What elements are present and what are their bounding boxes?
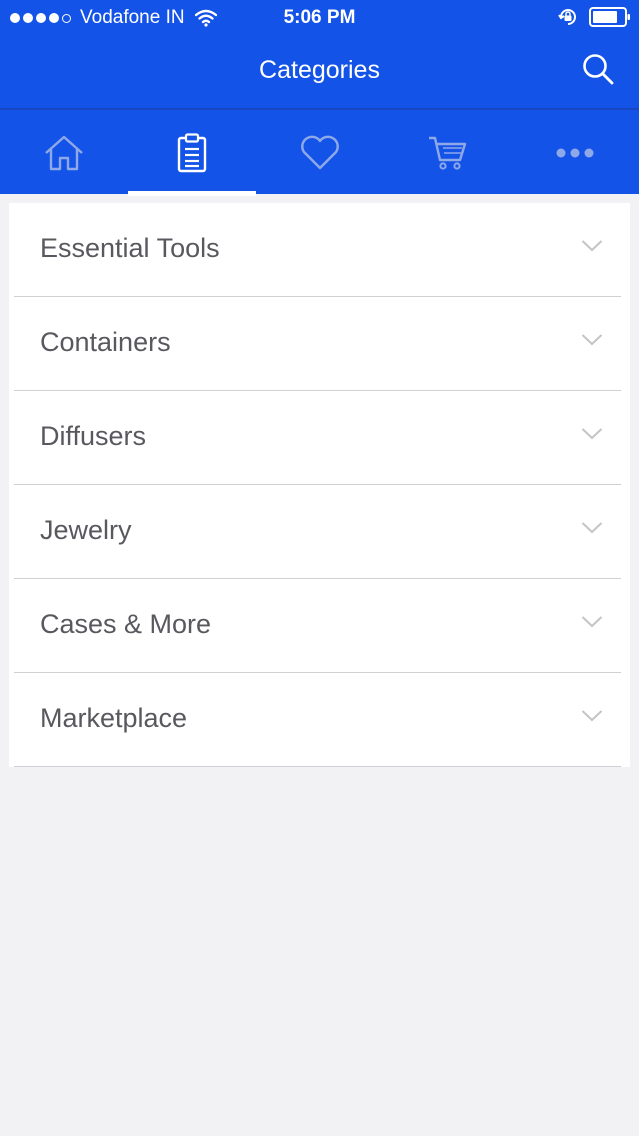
status-bar: Vodafone IN 5:06 PM (0, 0, 639, 36)
category-label: Cases & More (40, 609, 212, 639)
clipboard-icon (177, 133, 207, 173)
chevron-down-icon (581, 334, 603, 346)
chevron-down-icon (581, 240, 603, 252)
rotation-lock-icon (558, 9, 576, 25)
category-item-essential-tools[interactable]: Essential Tools (14, 203, 621, 297)
tab-bar (0, 108, 639, 196)
tab-favorites[interactable] (256, 110, 384, 196)
category-item-diffusers[interactable]: Diffusers (14, 391, 621, 485)
navigation-bar: Categories (0, 36, 639, 108)
search-icon (583, 54, 614, 85)
category-label: Diffusers (40, 421, 147, 451)
category-item-jewelry[interactable]: Jewelry (14, 485, 621, 579)
cart-icon (429, 136, 467, 170)
heart-icon (301, 135, 339, 170)
tab-more[interactable] (511, 110, 639, 196)
chevron-down-icon (581, 710, 603, 722)
more-icon (556, 148, 594, 158)
category-item-marketplace[interactable]: Marketplace (14, 673, 621, 767)
category-label: Jewelry (40, 515, 132, 545)
status-right (557, 6, 631, 28)
category-item-containers[interactable]: Containers (14, 297, 621, 391)
category-list: Essential Tools Containers Diffusers Jew… (9, 203, 630, 767)
tab-home[interactable] (0, 110, 128, 196)
tab-cart[interactable] (384, 110, 512, 196)
chevron-down-icon (581, 616, 603, 628)
chevron-down-icon (581, 428, 603, 440)
tab-categories[interactable] (128, 110, 256, 196)
category-label: Marketplace (40, 703, 188, 733)
category-label: Containers (40, 327, 171, 357)
search-button[interactable] (581, 52, 615, 86)
home-icon (45, 135, 83, 171)
battery-icon (589, 7, 630, 27)
page-title: Categories (259, 56, 380, 84)
category-item-cases-more[interactable]: Cases & More (14, 579, 621, 673)
chevron-down-icon (581, 522, 603, 534)
category-label: Essential Tools (40, 233, 220, 263)
status-time: 5:06 PM (283, 7, 356, 28)
